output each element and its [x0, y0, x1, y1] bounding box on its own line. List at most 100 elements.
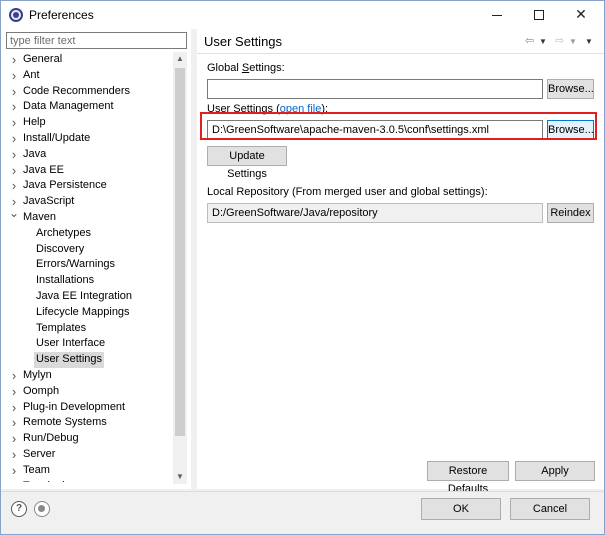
- minimize-button[interactable]: [476, 1, 518, 29]
- tree-item-label: Mylyn: [23, 368, 52, 381]
- chevron-right-icon[interactable]: ›: [9, 147, 19, 163]
- window-title: Preferences: [29, 8, 94, 22]
- chevron-right-icon[interactable]: ›: [9, 131, 19, 147]
- chevron-right-icon[interactable]: ›: [9, 400, 19, 416]
- chevron-right-icon[interactable]: ›: [9, 178, 19, 194]
- chevron-right-icon[interactable]: ›: [9, 479, 19, 482]
- eclipse-icon: [9, 8, 23, 22]
- tree-item-lifecycle-mappings[interactable]: Lifecycle Mappings: [1, 305, 173, 321]
- record-icon[interactable]: [34, 501, 50, 517]
- chevron-right-icon[interactable]: ›: [9, 447, 19, 463]
- tree-item-code-recommenders[interactable]: › Code Recommenders: [1, 84, 173, 100]
- tree-item-label: Oomph: [23, 384, 60, 397]
- ok-button[interactable]: OK: [421, 498, 501, 520]
- chevron-right-icon[interactable]: ›: [9, 384, 19, 400]
- tree-item-label: Data Management: [23, 100, 114, 113]
- chevron-right-icon[interactable]: ›: [9, 415, 19, 431]
- tree-item-java-ee[interactable]: › Java EE: [1, 163, 173, 179]
- cancel-button[interactable]: Cancel: [510, 498, 590, 520]
- tree-item-data-management[interactable]: › Data Management: [1, 99, 173, 115]
- chevron-right-icon[interactable]: ›: [9, 163, 19, 179]
- tree-item-user-settings[interactable]: User Settings: [1, 352, 173, 368]
- tree-item-maven[interactable]: ⌄ Maven: [1, 206, 173, 226]
- scroll-down-icon[interactable]: ▼: [173, 470, 187, 484]
- back-dropdown-icon[interactable]: ▼: [539, 37, 547, 46]
- chevron-down-icon[interactable]: ⌄: [9, 206, 19, 222]
- tree-item-server[interactable]: › Server: [1, 447, 173, 463]
- page-separator: [197, 53, 604, 54]
- global-settings-label: Global Settings:: [207, 62, 285, 74]
- chevron-right-icon[interactable]: ›: [9, 84, 19, 100]
- tree-item-discovery[interactable]: Discovery: [1, 242, 173, 258]
- tree-item-label: User Interface: [36, 337, 106, 350]
- chevron-right-icon[interactable]: ›: [9, 52, 19, 68]
- close-button[interactable]: ✕: [560, 1, 602, 29]
- highlight-box: [200, 112, 597, 140]
- page-navigation: ⇦ ▼ ⇨ ▼ ▼: [525, 34, 603, 50]
- tree-item-ant[interactable]: › Ant: [1, 68, 173, 84]
- preference-page: User Settings ⇦ ▼ ⇨ ▼ ▼ Global Settings:…: [197, 29, 604, 495]
- global-settings-label-suffix: ettings:: [249, 62, 285, 74]
- tree-scrollbar[interactable]: ▲ ▼: [173, 52, 187, 484]
- tree-item-label: Errors/Warnings: [36, 258, 116, 271]
- page-title: User Settings: [204, 34, 283, 49]
- tree-item-label: Lifecycle Mappings: [36, 305, 130, 318]
- tree-item-javascript[interactable]: › JavaScript: [1, 194, 173, 210]
- local-repository-label: Local Repository (From merged user and g…: [207, 186, 488, 198]
- local-repository-field: D:/GreenSoftware/Java/repository: [207, 203, 543, 223]
- tree-item-user-interface[interactable]: User Interface: [1, 336, 173, 352]
- help-icon[interactable]: ?: [11, 501, 27, 517]
- tree-item-label: Java EE: [23, 163, 64, 176]
- tree-item-label: Help: [23, 116, 46, 129]
- tree-item-install-update[interactable]: › Install/Update: [1, 131, 173, 147]
- scroll-thumb[interactable]: [175, 68, 185, 436]
- tree-item-archetypes[interactable]: Archetypes: [1, 226, 173, 242]
- tree-item-label: Code Recommenders: [23, 84, 130, 97]
- tree-item-plug-in-development[interactable]: › Plug-in Development: [1, 400, 173, 416]
- tree-item-label: Remote Systems: [23, 416, 107, 429]
- title-bar: Preferences ✕: [1, 1, 604, 29]
- tree-item-label: Terminal: [23, 479, 65, 482]
- tree-item-label: Templates: [36, 321, 87, 334]
- filter-input[interactable]: [6, 32, 187, 49]
- chevron-right-icon[interactable]: ›: [9, 99, 19, 115]
- tree-item-installations[interactable]: Installations: [1, 273, 173, 289]
- tree-item-label: JavaScript: [23, 195, 75, 208]
- tree-item-label: Plug-in Development: [23, 400, 126, 413]
- tree-item-team[interactable]: › Team: [1, 463, 173, 479]
- scroll-up-icon[interactable]: ▲: [173, 52, 187, 66]
- forward-dropdown-icon[interactable]: ▼: [569, 37, 577, 46]
- restore-defaults-button[interactable]: Restore Defaults: [427, 461, 509, 495]
- footer-separator: [1, 491, 604, 492]
- chevron-right-icon[interactable]: ›: [9, 463, 19, 479]
- back-arrow-icon[interactable]: ⇦: [525, 34, 534, 47]
- tree-item-help[interactable]: › Help: [1, 115, 173, 131]
- tree-item-general[interactable]: › General: [1, 52, 173, 68]
- tree-item-label: Team: [23, 463, 50, 476]
- tree-item-java-ee-integration[interactable]: Java EE Integration: [1, 289, 173, 305]
- preferences-window: Preferences ✕ › General › Ant › Code Recommen…: [0, 0, 605, 535]
- tree-item-oomph[interactable]: › Oomph: [1, 384, 173, 400]
- apply-button[interactable]: Apply: [515, 461, 595, 481]
- tree-item-java-persistence[interactable]: › Java Persistence: [1, 178, 173, 194]
- chevron-right-icon[interactable]: ›: [9, 368, 19, 384]
- chevron-right-icon[interactable]: ›: [9, 115, 19, 131]
- tree-item-java[interactable]: › Java: [1, 147, 173, 163]
- maximize-button[interactable]: [518, 1, 560, 29]
- minimize-icon: [492, 14, 502, 16]
- forward-arrow-icon[interactable]: ⇨: [555, 34, 564, 47]
- global-browse-button[interactable]: Browse...: [547, 79, 594, 99]
- tree-item-templates[interactable]: Templates: [1, 321, 173, 337]
- chevron-right-icon[interactable]: ›: [9, 68, 19, 84]
- tree-item-errors-warnings[interactable]: Errors/Warnings: [1, 257, 173, 273]
- tree-item-run-debug[interactable]: › Run/Debug: [1, 431, 173, 447]
- tree-item-terminal[interactable]: › Terminal: [1, 479, 173, 482]
- global-settings-field[interactable]: [207, 79, 543, 99]
- tree-item-remote-systems[interactable]: › Remote Systems: [1, 415, 173, 431]
- tree-item-label: Run/Debug: [23, 432, 79, 445]
- view-menu-icon[interactable]: ▼: [585, 37, 593, 46]
- reindex-button[interactable]: Reindex: [547, 203, 594, 223]
- update-settings-button[interactable]: Update Settings: [207, 146, 287, 180]
- tree-item-mylyn[interactable]: › Mylyn: [1, 368, 173, 384]
- chevron-right-icon[interactable]: ›: [9, 431, 19, 447]
